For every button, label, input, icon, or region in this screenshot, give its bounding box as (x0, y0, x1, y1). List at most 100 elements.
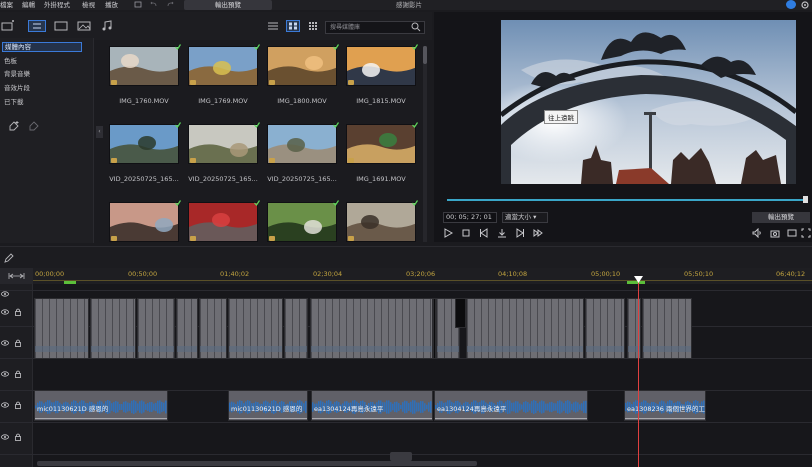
track-visibility-icon[interactable] (1, 290, 9, 298)
track-lock-icon[interactable] (14, 401, 22, 409)
track-fx-icon[interactable] (1, 370, 9, 378)
track-lock-icon[interactable] (14, 370, 22, 378)
track-visibility-icon[interactable] (1, 401, 9, 409)
menu-playback[interactable]: 播放 (105, 0, 118, 10)
track-lock-icon[interactable] (14, 433, 22, 441)
playhead-handle[interactable] (634, 276, 643, 283)
volume-icon[interactable] (752, 228, 762, 238)
media-thumbnail[interactable] (188, 124, 258, 164)
menu-edit[interactable]: 編輯 (22, 0, 35, 10)
preview-scrubber-handle[interactable] (803, 196, 808, 203)
clip-frames (229, 299, 282, 358)
camera-icon[interactable] (770, 228, 780, 238)
video-clip[interactable] (137, 298, 175, 359)
sidebar-item-media[interactable]: 媒體內容 (2, 42, 82, 52)
list-view-icon[interactable] (266, 20, 280, 32)
media-thumbnail[interactable] (188, 202, 258, 242)
media-thumbnail[interactable] (267, 202, 337, 242)
display-mode-icon[interactable] (787, 228, 797, 238)
media-thumbnail[interactable] (188, 46, 258, 86)
preview-video-frame[interactable] (501, 20, 796, 184)
media-filename: IMG_1815.MOV (356, 97, 406, 105)
track-visibility-icon[interactable] (1, 339, 9, 347)
audio-clip[interactable]: ea1304124再島永遠平 (311, 390, 433, 421)
track-visibility-icon[interactable] (1, 308, 9, 316)
track-lock-icon[interactable] (14, 339, 22, 347)
in-use-check-icon (254, 44, 260, 50)
playhead[interactable] (638, 278, 639, 467)
video-clip[interactable] (310, 298, 433, 359)
collapse-sidebar-icon[interactable]: ‹ (96, 126, 103, 138)
media-thumbnail[interactable] (267, 124, 337, 164)
remove-tag-icon[interactable] (28, 120, 40, 132)
gap-clip[interactable] (455, 298, 466, 328)
sidebar-item-bgm[interactable]: 背景音樂 (2, 69, 82, 79)
video-clip[interactable] (466, 298, 584, 359)
account-icon[interactable] (786, 0, 796, 9)
media-thumbnail[interactable] (346, 46, 416, 86)
video-clip[interactable] (34, 298, 89, 359)
caption-text[interactable]: 往上遠眺 (544, 110, 578, 124)
gap-clip[interactable] (433, 298, 436, 359)
sidebar-item-color-boards[interactable]: 色板 (2, 56, 82, 66)
video-clip[interactable] (199, 298, 227, 359)
snapshot-marker-icon[interactable] (497, 228, 507, 238)
media-thumbnail[interactable] (109, 124, 179, 164)
grid-view-icon[interactable] (286, 20, 300, 32)
media-scrollbar[interactable] (423, 46, 427, 242)
media-scrollbar-thumb[interactable] (423, 46, 427, 64)
export-preview-button[interactable]: 輸出預覽 (184, 0, 272, 10)
zoom-fit-select[interactable]: 適當大小 ▾ (502, 212, 548, 223)
media-thumbnail[interactable] (346, 202, 416, 242)
fullscreen-icon[interactable] (801, 228, 811, 238)
media-thumbnail[interactable] (109, 202, 179, 242)
menu-view[interactable]: 檢視 (82, 0, 95, 10)
video-clip[interactable] (90, 298, 136, 359)
audio-clip[interactable]: ea1308236 兩個世界的工 (624, 390, 706, 421)
search-icon[interactable] (410, 21, 422, 33)
video-filter-icon[interactable] (28, 20, 46, 32)
project-title: 感謝影片 (396, 1, 422, 9)
gear-icon[interactable] (800, 0, 810, 10)
film-icon[interactable] (54, 20, 68, 32)
track-lock-icon[interactable] (14, 308, 22, 316)
audio-clip[interactable]: mic01130621D 感恩的 (34, 390, 168, 421)
pen-tool-icon[interactable] (3, 252, 15, 264)
undo-icon[interactable] (150, 1, 158, 8)
video-clip[interactable] (585, 298, 625, 359)
menu-plugins[interactable]: 外掛程式 (44, 0, 70, 10)
video-clip[interactable] (176, 298, 198, 359)
music-icon[interactable] (100, 20, 114, 32)
video-clip[interactable] (642, 298, 692, 359)
import-media-icon[interactable] (1, 20, 15, 32)
image-icon[interactable] (77, 20, 91, 32)
ruler-timestamp: 02;30;04 (313, 270, 343, 278)
small-grid-icon[interactable] (306, 20, 320, 32)
video-clip[interactable] (284, 298, 308, 359)
video-clip-icon (348, 158, 354, 163)
timeline-divider-handle[interactable] (390, 452, 412, 461)
timecode-display[interactable]: 00; 05; 27; 01 (443, 212, 497, 223)
timeline-horizontal-scrollbar[interactable] (37, 461, 477, 466)
media-thumbnail[interactable] (346, 124, 416, 164)
settings-icon[interactable] (134, 1, 142, 8)
media-thumbnail[interactable] (109, 46, 179, 86)
audio-clip[interactable]: ea1304124再島永遠平 (434, 390, 588, 421)
track-visibility-icon[interactable] (1, 433, 9, 441)
audio-clip[interactable]: mic01130621D 感恩的 (228, 390, 308, 421)
video-clip[interactable] (228, 298, 283, 359)
preview-scrubber[interactable] (447, 199, 807, 201)
next-frame-icon[interactable] (515, 228, 525, 238)
fast-forward-icon[interactable] (533, 228, 543, 238)
video-clip-icon (111, 158, 117, 163)
add-tag-icon[interactable] (8, 120, 20, 132)
previous-frame-icon[interactable] (479, 228, 489, 238)
play-icon[interactable] (443, 228, 453, 238)
sidebar-item-sfx[interactable]: 音效片段 (2, 83, 82, 93)
stop-icon[interactable] (461, 228, 471, 238)
export-frame-button[interactable]: 輸出預覽 (752, 212, 810, 223)
sidebar-item-downloaded[interactable]: 已下載 (2, 97, 82, 107)
redo-icon[interactable] (166, 1, 174, 8)
media-thumbnail[interactable] (267, 46, 337, 86)
menu-file[interactable]: 檔案 (0, 0, 13, 10)
